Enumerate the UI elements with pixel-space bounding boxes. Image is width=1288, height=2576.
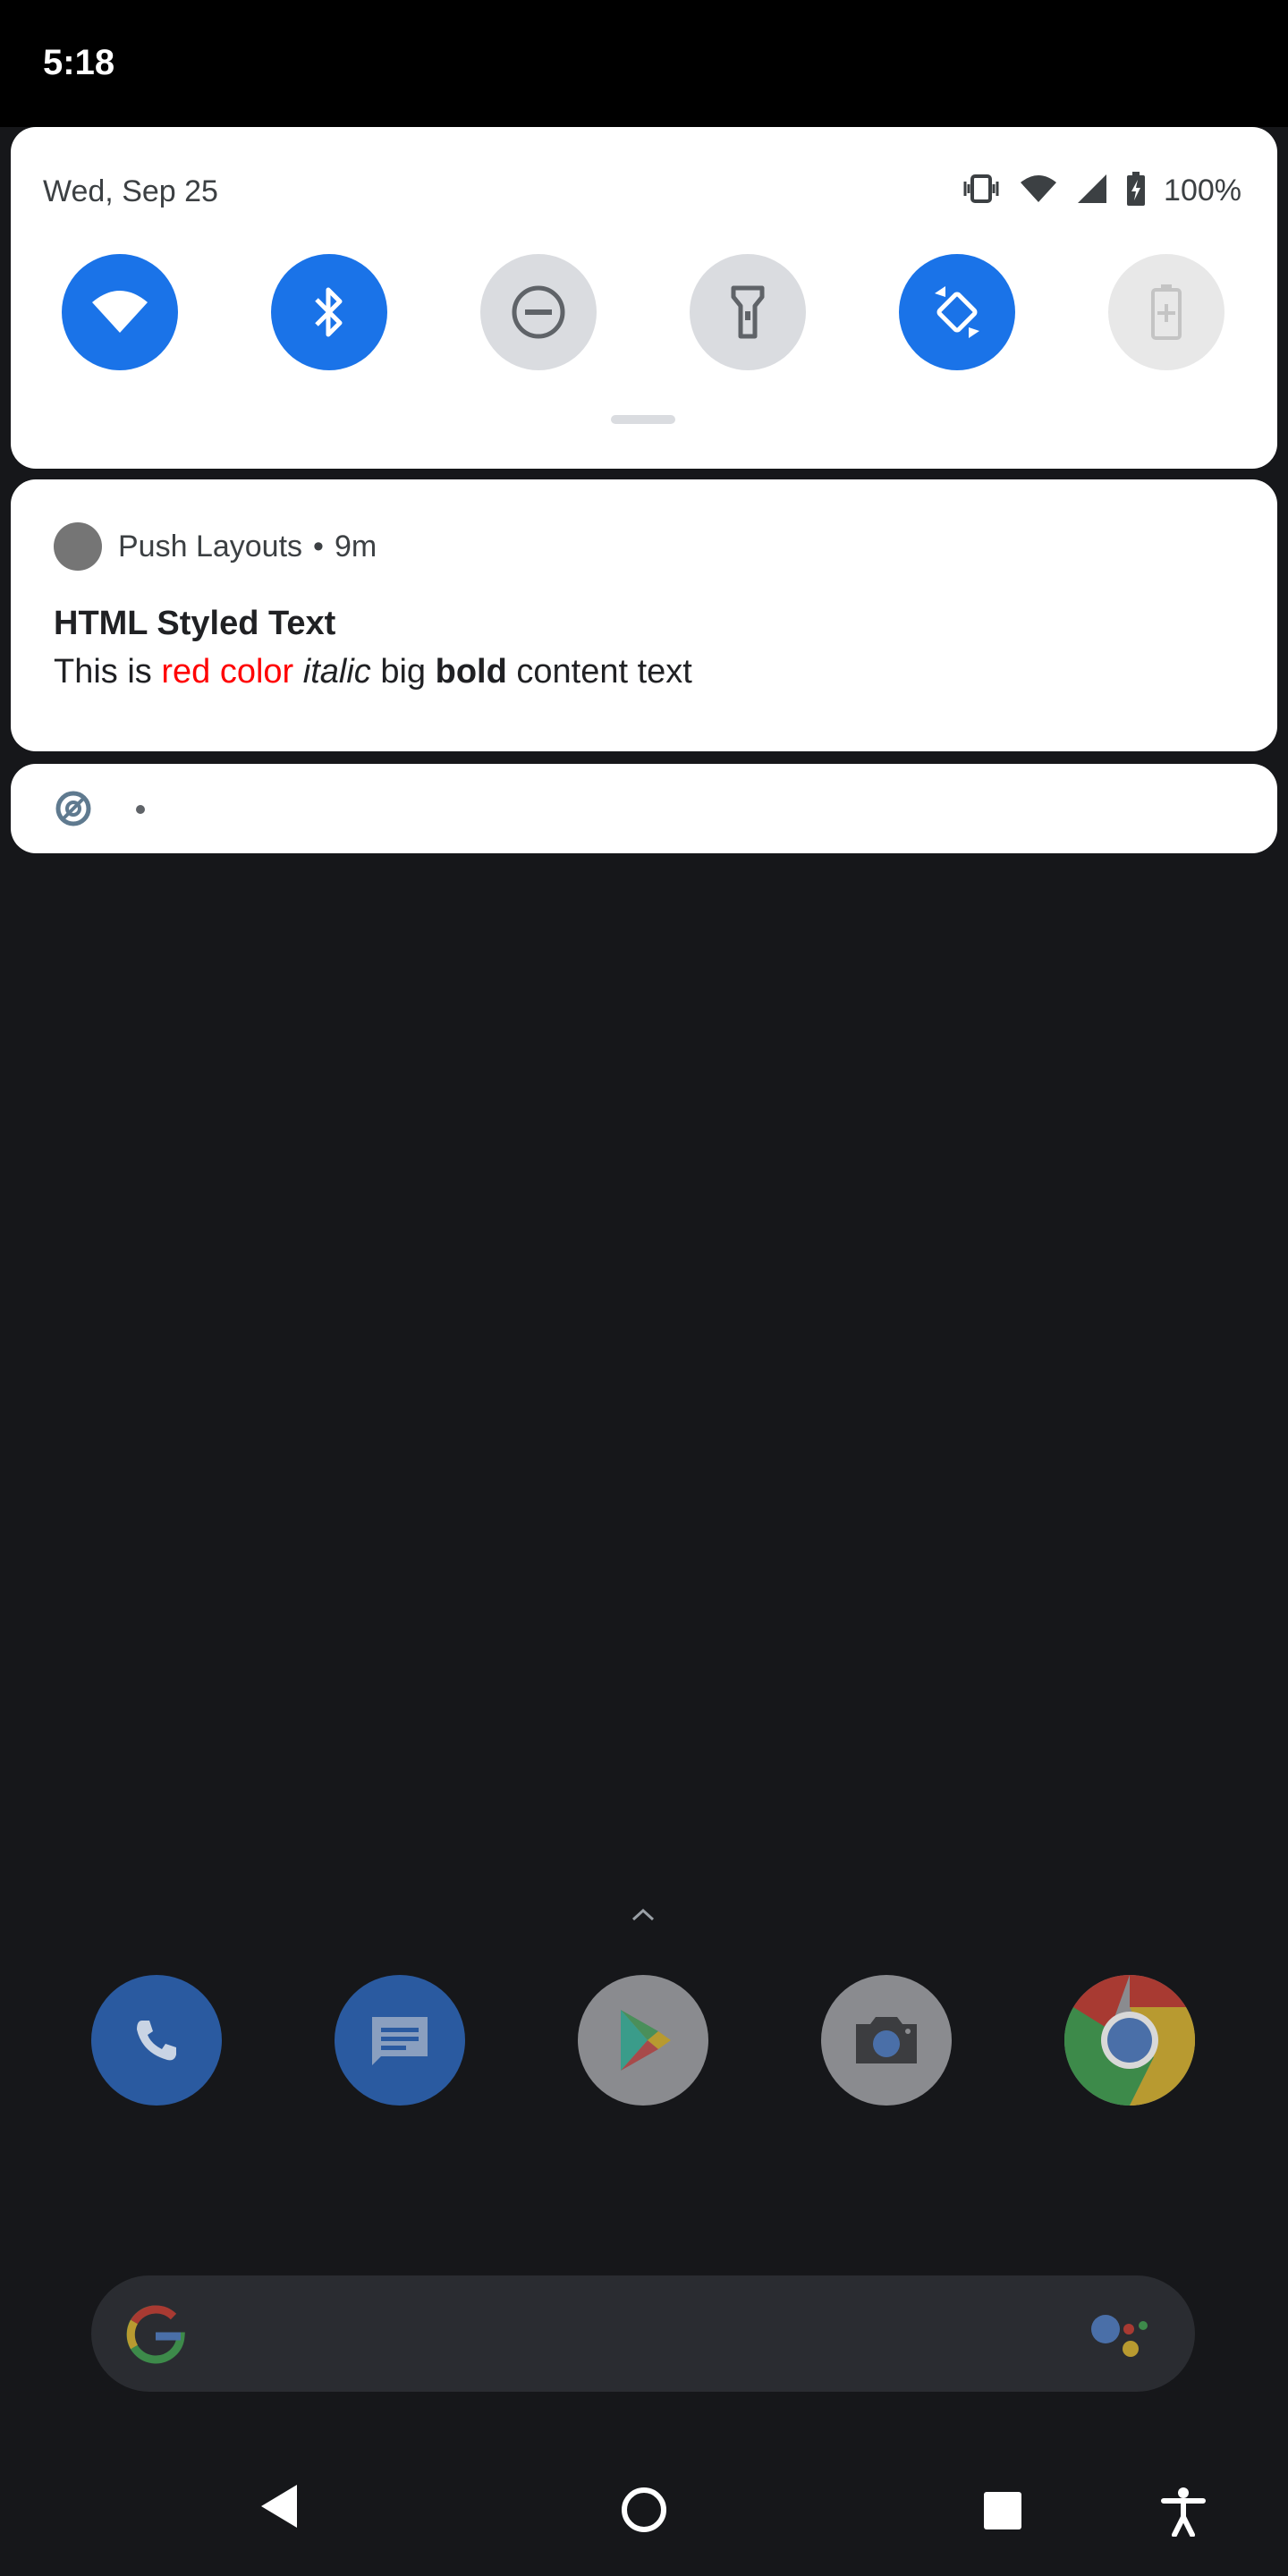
quick-settings-tiles [11,254,1277,370]
recents-button[interactable] [982,2490,1023,2536]
accessibility-button[interactable] [1161,2487,1206,2541]
home-icon [622,2487,666,2532]
data-saver-icon [54,789,93,833]
accessibility-icon [1161,2487,1206,2538]
back-icon [261,2485,297,2528]
flashlight-tile[interactable] [690,254,806,370]
messages-app-icon[interactable] [335,1975,465,2106]
status-icons: 100% [962,172,1241,210]
time-ago: 9m [334,530,377,564]
header-separator: • [313,530,324,564]
battery-icon [1126,172,1146,210]
date-label[interactable]: Wed, Sep 25 [43,174,218,209]
body-bold-text: bold [435,653,507,691]
drag-handle[interactable] [611,415,675,424]
quick-settings-panel: Wed, Sep 25 100% [11,127,1277,469]
messages-icon [372,2017,428,2065]
do-not-disturb-tile[interactable] [480,254,597,370]
home-button[interactable] [619,2485,669,2539]
chrome-app-icon[interactable] [1064,1975,1195,2106]
camera-app-icon[interactable] [821,1975,952,2106]
app-name: Push Layouts [118,530,303,564]
back-button[interactable] [258,2483,301,2534]
bluetooth-tile[interactable] [271,254,387,370]
phone-icon [137,2021,176,2061]
phone-app-icon[interactable] [91,1975,222,2106]
camera-icon [856,2017,917,2063]
chrome-icon [1064,1975,1195,2106]
wifi-icon [92,291,148,333]
wifi-tile[interactable] [62,254,178,370]
clock: 5:18 [43,43,115,82]
body-text-1: This is [54,653,162,691]
play-store-app-icon[interactable] [578,1975,708,2106]
notification-header: Push Layouts • 9m [118,530,377,564]
play-store-icon [621,2010,671,2071]
do-not-disturb-icon [512,285,565,339]
chevron-up-icon[interactable] [628,1905,658,1929]
recents-icon [984,2492,1021,2529]
assistant-icon[interactable] [1089,2309,1152,2368]
google-search-bar[interactable] [91,2275,1195,2392]
flashlight-icon [731,285,765,339]
battery-saver-tile[interactable] [1108,254,1224,370]
secondary-notification[interactable] [11,764,1277,853]
app-icon [54,522,102,571]
auto-rotate-icon [935,286,979,338]
status-bar: 5:18 [0,0,1288,127]
notification-card[interactable]: Push Layouts • 9m HTML Styled Text This … [11,479,1277,751]
body-text-4: content text [506,653,692,691]
body-italic-text: italic [302,653,371,691]
vibrate-icon [962,173,1001,209]
wifi-icon [1019,174,1058,208]
notification-title: HTML Styled Text [54,605,336,642]
body-text-2 [293,653,303,691]
body-text-3: big [370,653,436,691]
separator-dot [136,805,145,814]
cell-signal-icon [1076,173,1108,209]
google-logo-icon [125,2304,186,2369]
battery-percent: 100% [1164,174,1241,208]
body-red-text: red color [161,653,294,691]
notification-body: This is red color italic big bold conten… [54,653,692,691]
battery-saver-icon [1151,284,1182,340]
bluetooth-icon [315,287,343,337]
auto-rotate-tile[interactable] [899,254,1015,370]
